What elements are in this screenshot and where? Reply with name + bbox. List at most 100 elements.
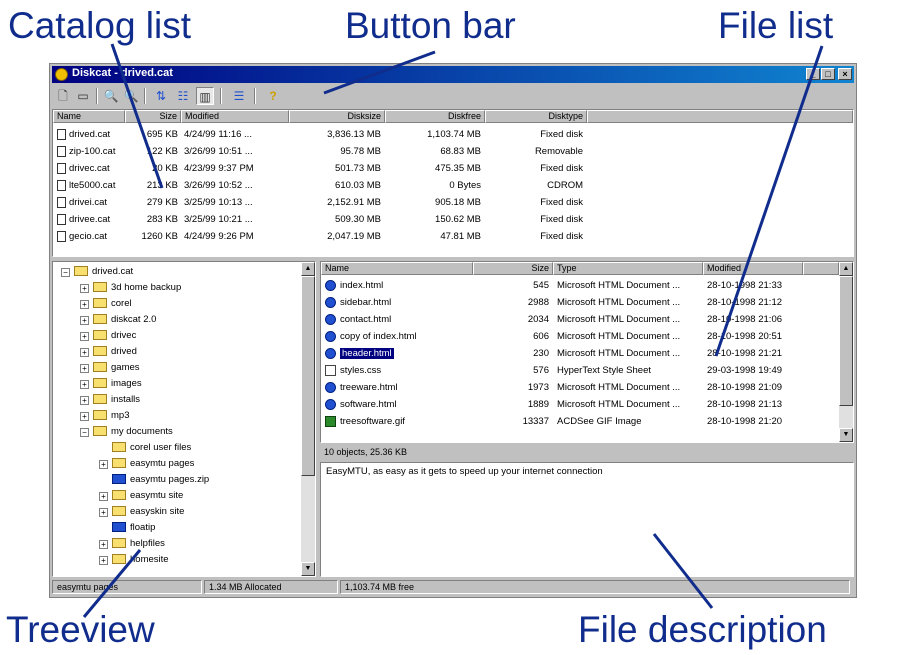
file-col-name[interactable]: Name	[321, 262, 473, 275]
find-icon[interactable]: 🔍	[122, 87, 140, 105]
file-col-size[interactable]: Size	[473, 262, 553, 275]
tree-item[interactable]: floatip	[112, 520, 155, 536]
file-col-type[interactable]: Type	[553, 262, 703, 275]
tree-item[interactable]: easymtu pages.zip	[112, 472, 209, 488]
tree-item[interactable]: drivec	[93, 328, 136, 344]
tree-item[interactable]: mp3	[93, 408, 129, 424]
expand-toggle[interactable]: +	[99, 556, 108, 565]
file-name: index.html	[340, 280, 384, 291]
scroll-thumb[interactable]	[301, 276, 315, 476]
file-type: Microsoft HTML Document ...	[557, 348, 681, 359]
catalog-row[interactable]: zip-100.cat 122 KB 3/26/99 10:51 ... 95.78 …	[53, 143, 853, 160]
catalog-col-disksize[interactable]: Disksize	[289, 110, 385, 123]
save-icon[interactable]: ▭	[74, 87, 92, 105]
file-row[interactable]: software.html 1889 Microsoft HTML Document…	[321, 396, 853, 413]
catalog-row[interactable]: drivec.cat 20 KB 4/23/99 9:37 PM 501.73 MB 4…	[53, 160, 853, 177]
collapse-toggle[interactable]: −	[61, 268, 70, 277]
tree-item[interactable]: easymtu site	[112, 488, 183, 504]
tree-item[interactable]: easyskin site	[112, 504, 184, 520]
file-row[interactable]: treeware.html 1973 Microsoft HTML Document…	[321, 379, 853, 396]
minimize-button[interactable]: _	[806, 68, 820, 80]
expand-toggle[interactable]: +	[80, 284, 89, 293]
catalog-disktype: Fixed disk	[540, 197, 583, 208]
scroll-up-button[interactable]: ▲	[301, 262, 315, 276]
file-description[interactable]: EasyMTU, as easy as it gets to speed up …	[320, 462, 854, 577]
tree-item[interactable]: 3d home backup	[93, 280, 181, 296]
list-view-icon[interactable]: ☷	[174, 87, 192, 105]
catalog-row[interactable]: drivei.cat 279 KB 3/25/99 10:13 ... 2,152.9…	[53, 194, 853, 211]
catalog-col-disktype[interactable]: Disktype	[485, 110, 587, 123]
scroll-down-button[interactable]: ▼	[839, 428, 853, 442]
catalog-col-modified[interactable]: Modified	[181, 110, 289, 123]
collapse-toggle[interactable]: −	[80, 428, 89, 437]
file-row[interactable]: treesoftware.gif 13337 ACDSee GIF Image 28-…	[321, 413, 853, 430]
expand-toggle[interactable]: +	[80, 300, 89, 309]
tree-item[interactable]: drived.cat	[74, 264, 133, 280]
file-size: 1889	[527, 399, 549, 410]
file-row[interactable]: copy of index.html 606 Microsoft HTML Docu…	[321, 328, 853, 345]
new-icon[interactable]: 🗋	[54, 87, 72, 105]
tree-item[interactable]: images	[93, 376, 142, 392]
scroll-down-button[interactable]: ▼	[301, 562, 315, 576]
text-file-icon	[325, 365, 336, 376]
catalog-diskfree: 150.62 MB	[435, 214, 481, 225]
expand-toggle[interactable]: +	[99, 508, 108, 517]
tree-item[interactable]: corel user files	[112, 440, 191, 456]
file-list-scrollbar[interactable]: ▲ ▼	[839, 262, 853, 442]
scroll-thumb[interactable]	[839, 276, 853, 406]
expand-toggle[interactable]: +	[80, 316, 89, 325]
tree-item[interactable]: installs	[93, 392, 140, 408]
sort-icon[interactable]: ⇅	[152, 87, 170, 105]
tree-item[interactable]: helpfiles	[112, 536, 165, 552]
expand-toggle[interactable]: +	[80, 332, 89, 341]
catalog-col-name[interactable]: Name	[53, 110, 125, 123]
tree-item[interactable]: diskcat 2.0	[93, 312, 156, 328]
file-col-modified[interactable]: Modified	[703, 262, 803, 275]
catalog-row[interactable]: drivee.cat 283 KB 3/25/99 10:21 ... 509.30 …	[53, 211, 853, 228]
expand-toggle[interactable]: +	[80, 396, 89, 405]
catalog-size: 695 KB	[146, 129, 178, 140]
file-row[interactable]: index.html 545 Microsoft HTML Document ...…	[321, 277, 853, 294]
expand-toggle[interactable]: +	[80, 348, 89, 357]
catalog-size: 279 KB	[146, 197, 178, 208]
close-button[interactable]: ×	[838, 68, 852, 80]
tree-item[interactable]: homesite	[112, 552, 169, 568]
expand-toggle[interactable]: +	[99, 492, 108, 501]
catalog-row[interactable]: drived.cat 695 KB 4/24/99 11:16 ... 3,836.1…	[53, 126, 853, 143]
html-file-icon	[325, 382, 336, 393]
tree-item[interactable]: games	[93, 360, 140, 376]
tree-item-label: images	[111, 378, 142, 389]
catalog-col-diskfree[interactable]: Diskfree	[385, 110, 485, 123]
tree-item-label: drived.cat	[92, 266, 134, 277]
tree-item[interactable]: corel	[93, 296, 132, 312]
catalog-col-size[interactable]: Size	[125, 110, 181, 123]
expand-toggle[interactable]: +	[80, 412, 89, 421]
expand-toggle[interactable]: +	[99, 540, 108, 549]
file-modified: 28-10-1998 21:06	[707, 314, 783, 325]
title-bar[interactable]: Diskcat - drived.cat _ □ ×	[52, 66, 854, 83]
catalog-modified: 4/24/99 11:16 ...	[184, 129, 252, 140]
catalog-row[interactable]: lte5000.cat 213 KB 3/26/99 10:52 ... 610.03…	[53, 177, 853, 194]
expand-toggle[interactable]: +	[99, 460, 108, 469]
maximize-button[interactable]: □	[821, 68, 835, 80]
tree-scrollbar[interactable]: ▲ ▼	[301, 262, 315, 576]
catalog-list-callout: Catalog list	[8, 5, 192, 46]
catalog-row[interactable]: gecio.cat 1260 KB 4/24/99 9:26 PM 2,047.19 …	[53, 228, 853, 245]
expand-toggle[interactable]: +	[80, 380, 89, 389]
html-file-icon	[325, 280, 336, 291]
expand-toggle[interactable]: +	[80, 364, 89, 373]
folder-icon	[112, 490, 126, 501]
tree-item[interactable]: drived	[93, 344, 137, 360]
file-row[interactable]: sidebar.html 2988 Microsoft HTML Document …	[321, 294, 853, 311]
file-row[interactable]: contact.html 2034 Microsoft HTML Document …	[321, 311, 853, 328]
details-view-icon[interactable]: ▥	[196, 87, 214, 105]
scroll-up-button[interactable]: ▲	[839, 262, 853, 276]
tree-item[interactable]: easymtu pages	[112, 456, 194, 472]
help-icon[interactable]: ?	[264, 87, 282, 105]
options-icon[interactable]: ☰	[230, 87, 248, 105]
tree-item[interactable]: my documents	[93, 424, 173, 440]
file-row[interactable]: styles.css 576 HyperText Style Sheet 29-03-…	[321, 362, 853, 379]
file-row[interactable]: header.html 230 Microsoft HTML Document ..…	[321, 345, 853, 362]
file-size: 606	[533, 331, 549, 342]
search-icon[interactable]: 🔍	[102, 87, 120, 105]
